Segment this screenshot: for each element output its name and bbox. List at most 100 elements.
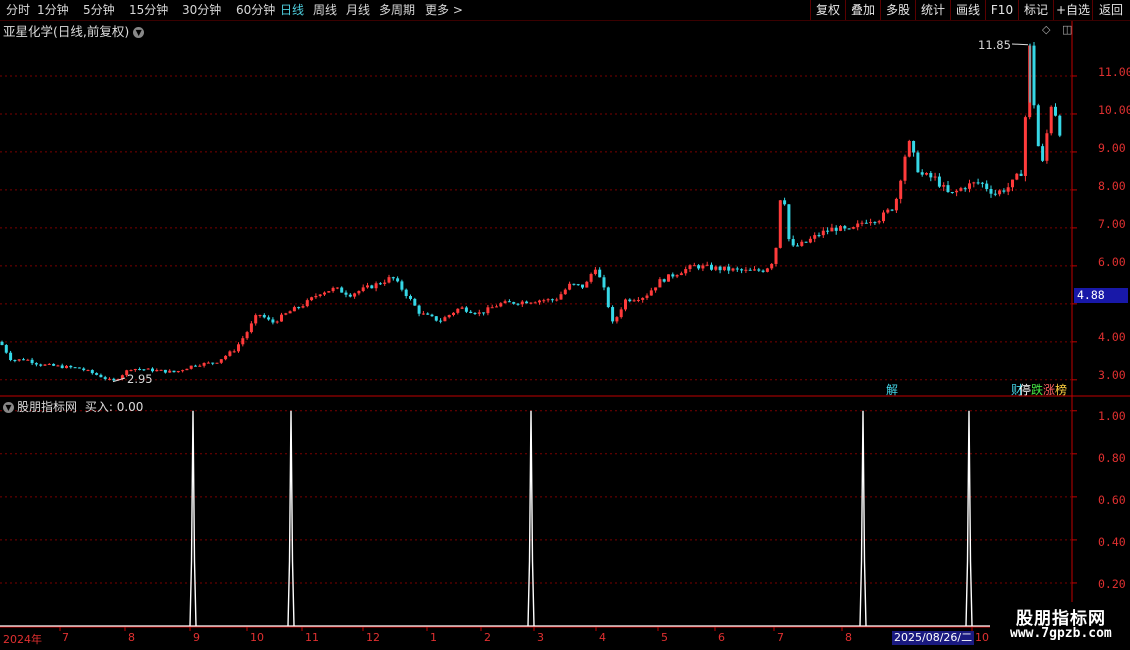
- candle-body: [882, 212, 885, 222]
- candle-body: [903, 156, 907, 181]
- candle-body: [598, 269, 602, 278]
- candle-body: [684, 269, 688, 274]
- candle-body: [146, 368, 150, 370]
- candle-body: [310, 297, 314, 301]
- diamond-icon[interactable]: ◇: [1042, 23, 1050, 36]
- candle-body: [86, 370, 90, 372]
- high-price-label: 11.85: [978, 38, 1011, 52]
- candle-body: [9, 352, 13, 361]
- candle-body: [400, 281, 404, 290]
- candle-body: [667, 274, 670, 282]
- candle-body: [374, 283, 378, 289]
- candle-body: [654, 287, 658, 291]
- candle-body: [529, 302, 533, 304]
- event-marker-rank[interactable]: 榜: [1055, 381, 1067, 398]
- candle-body: [851, 227, 855, 229]
- candlestick-series: [0, 41, 1062, 383]
- candle-body: [112, 378, 116, 381]
- candle-body: [748, 269, 752, 271]
- window-icon[interactable]: ◫: [1062, 23, 1072, 36]
- candle-body: [778, 200, 782, 248]
- candle-body: [980, 182, 984, 184]
- candle-body: [318, 294, 322, 296]
- candle-body: [899, 180, 903, 199]
- x-tick-label: 5: [661, 631, 668, 644]
- candle-body: [589, 274, 593, 282]
- candle-body: [894, 198, 898, 211]
- candle-body: [692, 265, 696, 267]
- indicator-title[interactable]: ▼ 股朋指标网 买入: 0.00: [3, 398, 143, 415]
- candle-body: [232, 351, 236, 353]
- candle-body: [585, 281, 589, 288]
- candle-body: [47, 363, 51, 365]
- x-tick-label: 2024年: [3, 633, 42, 646]
- candle-body: [43, 364, 47, 366]
- candle-body: [800, 241, 804, 246]
- candle-body: [56, 365, 60, 367]
- candle-body: [34, 363, 38, 365]
- candle-body: [409, 296, 412, 299]
- candle-body: [817, 235, 821, 237]
- candle-body: [611, 307, 615, 322]
- indicator-spike: [287, 410, 295, 627]
- candle-body: [546, 299, 550, 301]
- candle-body: [542, 300, 546, 302]
- candle-body: [937, 176, 941, 187]
- candle-body: [60, 365, 64, 369]
- candle-body: [856, 223, 860, 228]
- indicator-spike: [859, 410, 867, 627]
- candle-body: [297, 307, 301, 309]
- candle-body: [1023, 117, 1027, 176]
- candle-body: [305, 300, 309, 307]
- candle-body: [211, 362, 215, 364]
- candle-body: [348, 294, 352, 297]
- candle-body: [108, 378, 111, 380]
- candle-body: [245, 332, 249, 339]
- candle-body: [1041, 146, 1045, 161]
- candle-body: [486, 307, 490, 314]
- candle-body: [740, 269, 744, 271]
- candle-body: [421, 313, 425, 315]
- candle-body: [976, 182, 980, 184]
- candle-body: [705, 264, 709, 266]
- stock-title[interactable]: 亚星化学(日线,前复权) ▼: [3, 21, 145, 40]
- candle-body: [1002, 190, 1006, 192]
- y-tick-label: 9.00: [1098, 141, 1126, 155]
- event-marker-halt[interactable]: 停: [1019, 381, 1031, 398]
- candle-body: [581, 284, 584, 288]
- candle-body: [22, 359, 25, 361]
- candle-body: [636, 299, 640, 301]
- candle-body: [998, 190, 1002, 195]
- event-marker-unlock[interactable]: 解: [886, 381, 898, 398]
- candle-body: [572, 283, 576, 285]
- candle-body: [602, 277, 606, 288]
- x-tick-label: 11: [305, 631, 319, 644]
- candle-body: [1058, 115, 1062, 136]
- candle-body: [224, 355, 228, 360]
- candle-body: [830, 227, 834, 232]
- candle-body: [955, 190, 959, 193]
- candle-body: [641, 297, 645, 300]
- candle-body: [563, 289, 567, 295]
- candle-body: [434, 316, 438, 321]
- candle-body: [710, 264, 713, 270]
- candle-body: [194, 365, 197, 367]
- candle-body: [671, 274, 675, 277]
- candle-body: [464, 307, 468, 312]
- candle-body: [520, 301, 524, 305]
- candle-body: [950, 192, 954, 194]
- chevron-down-icon[interactable]: ▼: [133, 27, 145, 38]
- x-tick-label: 1: [430, 631, 437, 644]
- candle-body: [550, 299, 554, 301]
- candle-body: [189, 365, 193, 369]
- kline-chart[interactable]: [0, 0, 1130, 650]
- candle-body: [366, 285, 369, 288]
- event-marker-fall[interactable]: 跌: [1031, 381, 1043, 398]
- chevron-down-icon[interactable]: ▼: [3, 402, 14, 413]
- candle-body: [103, 377, 107, 379]
- candle-body: [90, 370, 94, 374]
- candle-body: [576, 284, 580, 286]
- candle-body: [344, 292, 348, 295]
- candle-body: [555, 299, 559, 301]
- event-marker-rise[interactable]: 涨: [1043, 381, 1055, 398]
